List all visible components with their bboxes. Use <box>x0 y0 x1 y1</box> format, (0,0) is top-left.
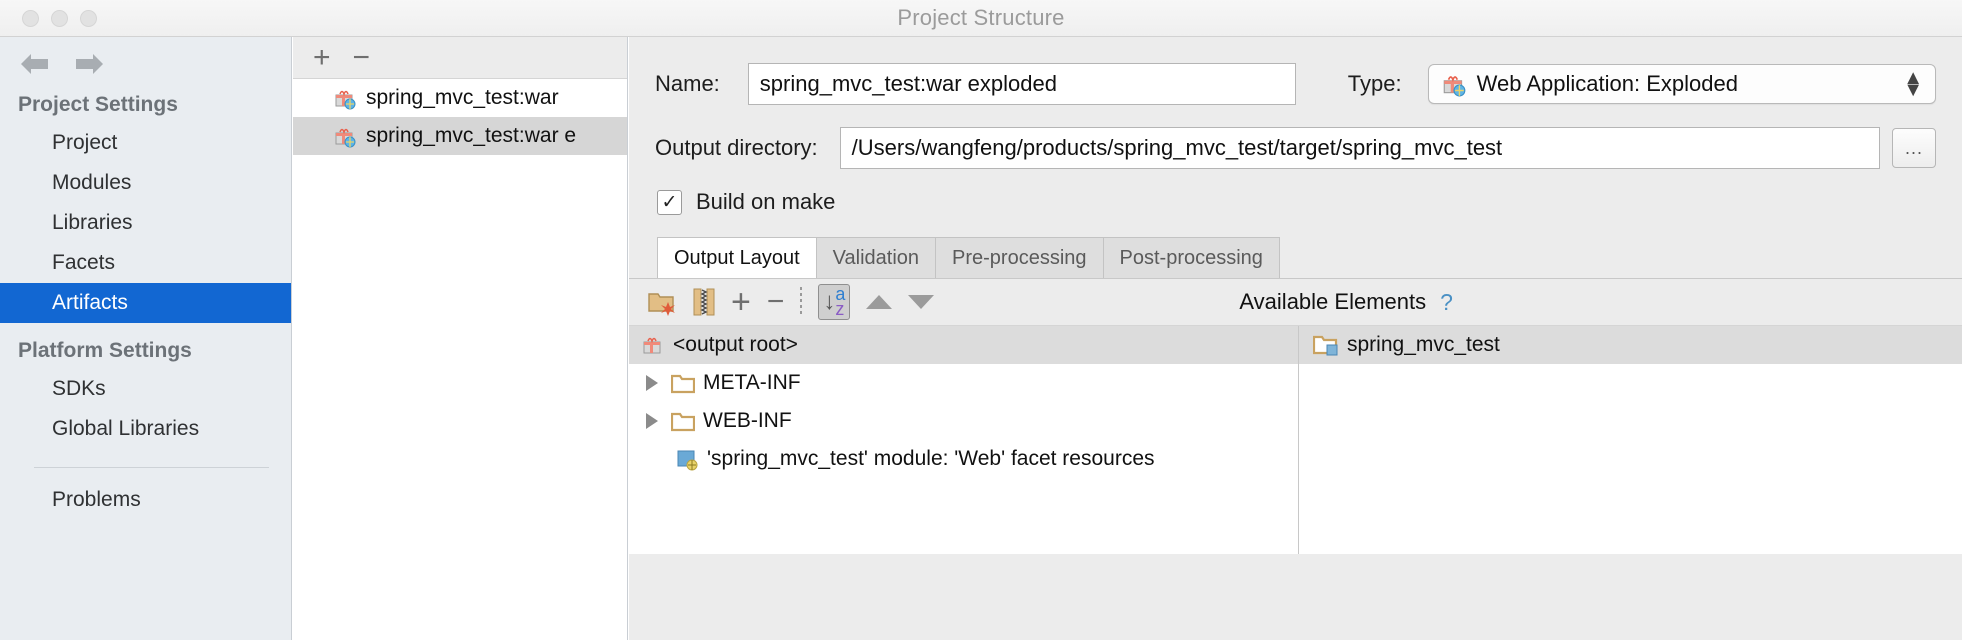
artifact-icon <box>335 128 356 148</box>
sidebar-item-sdks[interactable]: SDKs <box>0 369 291 409</box>
output-directory-label: Output directory: <box>655 135 818 160</box>
folder-icon <box>671 412 695 432</box>
tab-validation[interactable]: Validation <box>816 237 937 278</box>
name-row: Name: spring_mvc_test:war exploded Type:… <box>629 63 1962 105</box>
sidebar-item-problems[interactable]: Problems <box>0 480 291 520</box>
output-layout-toolbar: + − ↓ a z Available Elements ? <box>629 278 1962 326</box>
chevron-right-icon[interactable] <box>641 375 663 391</box>
remove-icon[interactable]: − <box>767 287 785 317</box>
move-down-icon[interactable] <box>908 295 935 309</box>
type-label: Type: <box>1347 71 1402 96</box>
output-layout-tree: <output root> META-INF WEB-INF 'spring_m… <box>629 326 1299 554</box>
available-elements-tree: spring_mvc_test <box>1299 326 1962 554</box>
tree-row[interactable]: WEB-INF <box>629 402 1298 440</box>
module-folder-icon <box>1313 335 1338 356</box>
sidebar-item-libraries[interactable]: Libraries <box>0 203 291 243</box>
browse-output-directory-button[interactable]: ... <box>1892 128 1936 168</box>
sidebar-item-artifacts[interactable]: Artifacts <box>0 283 291 324</box>
layout-panes: <output root> META-INF WEB-INF 'spring_m… <box>629 326 1962 554</box>
tree-row-label: spring_mvc_test <box>1347 333 1500 356</box>
output-directory-input[interactable]: /Users/wangfeng/products/spring_mvc_test… <box>839 127 1880 169</box>
sidebar-nav <box>0 37 291 77</box>
artifact-list-item-label: spring_mvc_test:war <box>366 86 559 109</box>
add-directory-icon[interactable] <box>647 288 677 316</box>
tab-post-processing[interactable]: Post-processing <box>1103 237 1280 278</box>
help-icon[interactable]: ? <box>1440 289 1453 316</box>
build-on-make-checkbox[interactable]: ✓ <box>657 189 682 215</box>
sort-arrow-icon: ↓ <box>823 288 836 315</box>
settings-sidebar: Project Settings Project Modules Librari… <box>0 37 292 640</box>
artifact-list-item[interactable]: spring_mvc_test:war <box>293 79 627 117</box>
artifacts-toolbar: + − <box>293 37 627 79</box>
tree-row-label: WEB-INF <box>703 409 792 432</box>
folder-icon <box>671 374 695 394</box>
artifact-list-item[interactable]: spring_mvc_test:war e <box>293 117 627 155</box>
artifact-list-item-label: spring_mvc_test:war e <box>366 124 577 147</box>
tab-output-layout[interactable]: Output Layout <box>657 237 817 278</box>
sidebar-item-modules[interactable]: Modules <box>0 163 291 203</box>
sort-letter-z: z <box>835 299 845 319</box>
tree-row[interactable]: <output root> <box>629 326 1298 364</box>
build-on-make-row: ✓ Build on make <box>629 189 1962 215</box>
available-elements-header: Available Elements ? <box>1225 289 1453 316</box>
artifacts-list-panel: + − spring_mvc_test:war spring_mvc_test:… <box>293 37 628 640</box>
add-artifact-icon[interactable]: + <box>313 42 331 73</box>
tree-row-label: 'spring_mvc_test' module: 'Web' facet re… <box>707 447 1155 470</box>
sidebar-group-platform-settings: Platform Settings <box>18 339 192 363</box>
name-label: Name: <box>655 71 720 96</box>
window-title: Project Structure <box>897 5 1065 30</box>
artifact-icon <box>1443 76 1465 97</box>
sidebar-group-project-settings: Project Settings <box>18 93 178 116</box>
project-structure-window: Project Structure Project Settings Proje… <box>0 0 1962 640</box>
tab-pre-processing[interactable]: Pre-processing <box>936 237 1104 278</box>
artifact-detail-pane: Name: spring_mvc_test:war exploded Type:… <box>629 37 1962 640</box>
artifact-icon <box>335 90 356 110</box>
back-arrow-icon[interactable] <box>18 51 52 77</box>
window-titlebar: Project Structure <box>0 0 1962 37</box>
remove-artifact-icon[interactable]: − <box>353 42 371 73</box>
artifact-type-value: Web Application: Exploded <box>1476 71 1738 96</box>
tree-row-label: <output root> <box>673 333 798 356</box>
name-input[interactable]: spring_mvc_test:war exploded <box>747 63 1296 105</box>
sidebar-item-facets[interactable]: Facets <box>0 243 291 283</box>
tree-row[interactable]: 'spring_mvc_test' module: 'Web' facet re… <box>629 440 1298 478</box>
move-up-icon[interactable] <box>866 295 893 309</box>
add-archive-icon[interactable] <box>693 287 715 317</box>
artifact-icon <box>643 337 661 354</box>
sidebar-item-project[interactable]: Project <box>0 123 291 163</box>
available-elements-label: Available Elements <box>1239 289 1427 314</box>
tree-row[interactable]: META-INF <box>629 364 1298 402</box>
build-on-make-label: Build on make <box>696 189 836 214</box>
chevron-updown-icon[interactable]: ▲ ▼ <box>1903 67 1923 100</box>
module-web-icon <box>677 450 698 471</box>
tree-row[interactable]: spring_mvc_test <box>1299 326 1962 364</box>
artifact-type-select[interactable]: Web Application: Exploded ▲ ▼ <box>1427 64 1936 104</box>
sidebar-divider <box>34 467 269 469</box>
sidebar-item-global-libraries[interactable]: Global Libraries <box>0 409 291 449</box>
chevron-right-icon[interactable] <box>641 413 663 429</box>
toolbar-separator <box>800 287 803 317</box>
output-directory-row: Output directory: /Users/wangfeng/produc… <box>629 127 1962 169</box>
tree-row-label: META-INF <box>703 371 801 394</box>
add-copy-of-icon[interactable]: + <box>731 285 751 319</box>
detail-tabs: Output Layout Validation Pre-processing … <box>657 237 1962 278</box>
sort-az-icon[interactable]: ↓ a z <box>818 284 851 320</box>
forward-arrow-icon[interactable] <box>72 51 106 77</box>
